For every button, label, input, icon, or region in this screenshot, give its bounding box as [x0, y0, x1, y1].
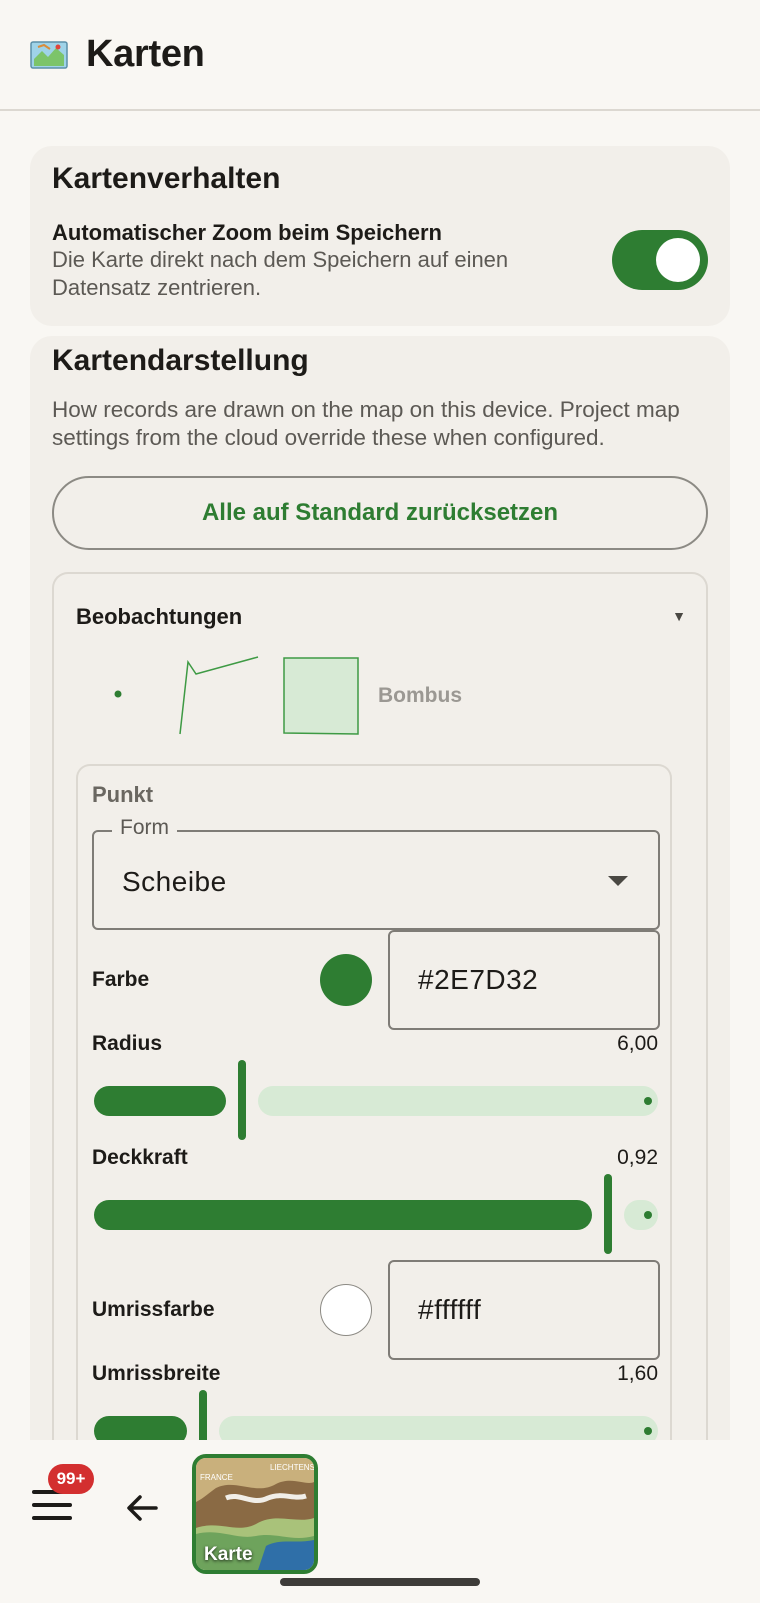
map-behavior-card: Kartenverhalten Automatischer Zoom beim …: [30, 146, 730, 326]
slider-stop-indicator: [644, 1427, 652, 1435]
map-text-france: FRANCE: [200, 1473, 233, 1482]
opacity-value: 0,92: [617, 1146, 658, 1169]
slider-active-track: [94, 1200, 592, 1230]
line-preview-icon: [179, 656, 259, 735]
radius-slider[interactable]: [92, 1060, 660, 1140]
point-section-label: Punkt: [92, 782, 154, 807]
color-label: Farbe: [92, 968, 150, 991]
point-style-section: Punkt Form Scheibe Farbe #2E7D32 Radius …: [76, 764, 672, 1474]
outline-color-hex-input[interactable]: #ffffff: [388, 1260, 660, 1360]
outline-width-value: 1,60: [617, 1362, 658, 1385]
shape-select[interactable]: Form Scheibe: [92, 816, 660, 930]
collapse-caret-icon[interactable]: ▼: [672, 608, 686, 624]
opacity-label: Deckkraft: [92, 1146, 188, 1169]
display-description: How records are drawn on the map on this…: [52, 397, 680, 450]
color-hex-input[interactable]: #2E7D32: [388, 930, 660, 1030]
reset-all-button[interactable]: Alle auf Standard zurücksetzen: [52, 476, 708, 550]
opacity-slider[interactable]: [92, 1174, 660, 1254]
app-bar: Karten: [0, 0, 760, 111]
slider-inactive-track: [258, 1086, 658, 1116]
auto-zoom-toggle[interactable]: [612, 230, 708, 290]
radius-label: Radius: [92, 1032, 163, 1055]
layer-title[interactable]: Beobachtungen: [76, 604, 242, 630]
color-swatch[interactable]: [320, 954, 372, 1006]
toggle-knob: [656, 238, 700, 282]
layer-panel-observations: Beobachtungen ▼ Bombus Punkt Form Scheib…: [52, 572, 708, 1474]
slider-handle[interactable]: [238, 1060, 246, 1140]
slider-stop-indicator: [644, 1097, 652, 1105]
page-title: Karten: [86, 33, 205, 75]
species-label: Bombus: [378, 684, 462, 707]
radius-value: 6,00: [617, 1032, 658, 1055]
dropdown-arrow-icon: [608, 876, 628, 886]
map-display-card: Kartendarstellung How records are drawn …: [30, 336, 730, 1474]
slider-inactive-track: [624, 1200, 658, 1230]
gesture-navigation-bar[interactable]: [280, 1578, 480, 1586]
shape-select-value: Scheibe: [122, 866, 227, 897]
outline-color-label: Umrissfarbe: [92, 1298, 215, 1321]
point-preview-icon: [114, 690, 122, 698]
slider-active-track: [94, 1086, 226, 1116]
slider-handle[interactable]: [604, 1174, 612, 1254]
slider-stop-indicator: [644, 1211, 652, 1219]
back-arrow-icon[interactable]: [122, 1488, 162, 1528]
section-title: Kartenverhalten: [52, 162, 281, 195]
shape-select-label: Form: [112, 816, 177, 840]
map-icon: [30, 40, 68, 69]
polygon-preview-icon: [283, 657, 359, 735]
section-title: Kartendarstellung: [52, 344, 309, 377]
outline-width-label: Umrissbreite: [92, 1362, 221, 1385]
map-tab-button[interactable]: FRANCE LIECHTENS Karte: [192, 1454, 318, 1574]
bottom-navigation: 99+ FRANCE LIECHTENS Karte: [0, 1440, 760, 1603]
auto-zoom-label: Automatischer Zoom beim Speichern: [52, 220, 442, 245]
outline-color-swatch[interactable]: [320, 1284, 372, 1336]
auto-zoom-description: Die Karte direkt nach dem Speichern auf …: [52, 247, 509, 300]
notification-badge: 99+: [48, 1464, 94, 1494]
menu-icon[interactable]: [32, 1490, 74, 1524]
map-text-liechtenstein: LIECHTENS: [270, 1463, 314, 1472]
map-tab-label: Karte: [204, 1544, 253, 1565]
